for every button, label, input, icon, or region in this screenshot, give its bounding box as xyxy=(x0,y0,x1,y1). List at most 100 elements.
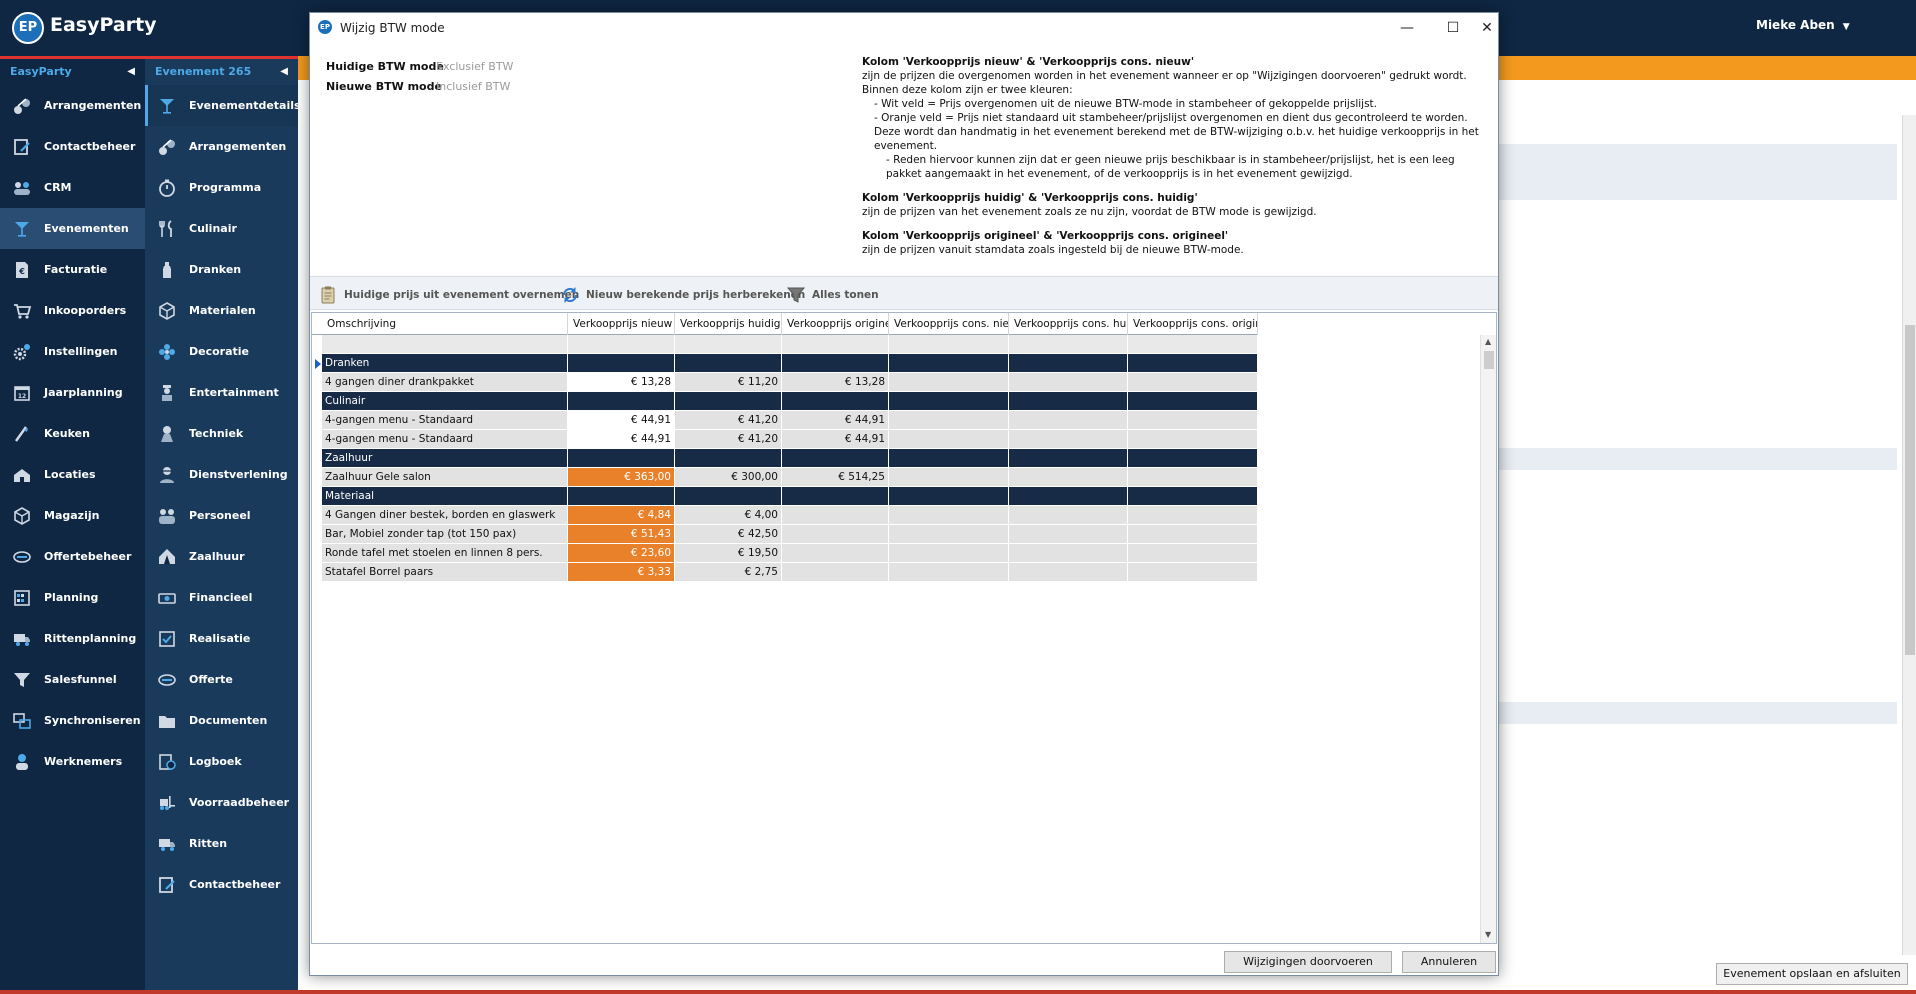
column-header[interactable]: Verkoopprijs huidig xyxy=(675,313,782,335)
background-scrollbar[interactable] xyxy=(1902,115,1916,955)
grid-cell xyxy=(1128,487,1258,506)
column-header[interactable]: Verkoopprijs cons. origineel xyxy=(1128,313,1258,335)
sidebar-item-crm[interactable]: CRM xyxy=(0,167,145,208)
subnav-item-ritten[interactable]: Ritten xyxy=(145,823,298,864)
column-header[interactable]: Verkoopprijs cons. nieuw xyxy=(889,313,1009,335)
subnav-item-logboek[interactable]: Logboek xyxy=(145,741,298,782)
subnav-item-documenten[interactable]: Documenten xyxy=(145,700,298,741)
sidebar-item-contactbeheer[interactable]: Contactbeheer xyxy=(0,126,145,167)
sidebar-item-label: Magazijn xyxy=(44,509,100,522)
apply-changes-button[interactable]: Wijzigingen doorvoeren xyxy=(1224,951,1392,973)
subnav-item-arrangementen[interactable]: Arrangementen xyxy=(145,126,298,167)
subnav-item-evenementdetails[interactable]: Evenementdetails xyxy=(145,85,301,126)
sidebar-item-keuken[interactable]: Keuken xyxy=(0,413,145,454)
cons-price-new-cell[interactable] xyxy=(889,430,1009,449)
cons-price-original-cell xyxy=(1128,411,1258,430)
subnav-item-financieel[interactable]: Financieel xyxy=(145,577,298,618)
table-row[interactable]: 4 Gangen diner bestek, borden en glaswer… xyxy=(312,506,1480,525)
save-close-event-button[interactable]: Evenement opslaan en afsluiten xyxy=(1716,963,1908,985)
subnav-item-decoratie[interactable]: Decoratie xyxy=(145,331,298,372)
sidebar-item-rittenplanning[interactable]: Rittenplanning xyxy=(0,618,145,659)
column-header[interactable]: Verkoopprijs origineel xyxy=(782,313,889,335)
scroll-up-icon[interactable]: ▲ xyxy=(1485,337,1491,346)
price-new-cell[interactable]: € 44,91 xyxy=(568,411,675,430)
subnav-item-programma[interactable]: Programma xyxy=(145,167,298,208)
take-over-price-button[interactable]: Huidige prijs uit evenement overnemen xyxy=(318,285,579,305)
sidebar-item-offertebeheer[interactable]: Offertebeheer xyxy=(0,536,145,577)
subnav-item-culinair[interactable]: Culinair xyxy=(145,208,298,249)
svg-text:12: 12 xyxy=(18,393,26,400)
subnav-item-offerte[interactable]: Offerte xyxy=(145,659,298,700)
cons-price-new-cell[interactable] xyxy=(889,563,1009,582)
price-new-cell[interactable]: € 4,84 xyxy=(568,506,675,525)
subnav-item-zaalhuur[interactable]: Zaalhuur xyxy=(145,536,298,577)
user-menu[interactable]: Mieke Aben ▼ xyxy=(1756,18,1850,32)
table-row[interactable]: Zaalhuur Gele salon € 363,00 € 300,00 € 514… xyxy=(312,468,1480,487)
price-new-cell[interactable]: € 3,33 xyxy=(568,563,675,582)
cons-price-new-cell[interactable] xyxy=(889,544,1009,563)
group-row[interactable]: Materiaal xyxy=(312,487,1480,506)
subnav-item-dienstverlening[interactable]: Dienstverlening xyxy=(145,454,298,495)
cons-price-new-cell[interactable] xyxy=(889,525,1009,544)
scroll-down-icon[interactable]: ▼ xyxy=(1485,930,1491,939)
subnav-item-realisatie[interactable]: Realisatie xyxy=(145,618,298,659)
subnav-item-materialen[interactable]: Materialen xyxy=(145,290,298,331)
scroll-thumb[interactable] xyxy=(1905,325,1915,655)
group-row[interactable]: Culinair xyxy=(312,392,1480,411)
subnav-item-dranken[interactable]: Dranken xyxy=(145,249,298,290)
price-new-cell[interactable]: € 363,00 xyxy=(568,468,675,487)
group-name-cell: Dranken xyxy=(322,354,568,373)
recalculate-button[interactable]: Nieuw berekende prijs herberekenen xyxy=(560,285,805,305)
sidebar-item-jaarplanning[interactable]: 12 Jaarplanning xyxy=(0,372,145,413)
subnav-item-contactbeheer[interactable]: Contactbeheer xyxy=(145,864,298,905)
collapse-left-icon[interactable]: ◀ xyxy=(127,59,135,85)
cancel-button[interactable]: Annuleren xyxy=(1402,951,1496,973)
current-mode-label: Huidige BTW mode xyxy=(326,60,444,73)
sidebar-item-instellingen[interactable]: Instellingen xyxy=(0,331,145,372)
price-new-cell[interactable]: € 13,28 xyxy=(568,373,675,392)
sidebar-item-facturatie[interactable]: € Facturatie xyxy=(0,249,145,290)
scroll-thumb[interactable] xyxy=(1484,351,1494,369)
subnav-item-voorraadbeheer[interactable]: Voorraadbeheer xyxy=(145,782,298,823)
sidebar-item-werknemers[interactable]: Werknemers xyxy=(0,741,145,782)
table-row[interactable]: 4-gangen menu - Standaard € 44,91 € 41,20 €… xyxy=(312,430,1480,449)
sidebar-item-locaties[interactable]: Locaties xyxy=(0,454,145,495)
column-header[interactable]: Verkoopprijs nieuw xyxy=(568,313,675,335)
cons-price-new-cell[interactable] xyxy=(889,506,1009,525)
new-mode-value: Inclusief BTW xyxy=(436,80,511,93)
close-icon[interactable]: ✕ xyxy=(1476,13,1498,43)
subnav-item-techniek[interactable]: Techniek xyxy=(145,413,298,454)
group-row[interactable]: Zaalhuur xyxy=(312,449,1480,468)
table-row[interactable]: Statafel Borrel paars € 3,33 € 2,75 xyxy=(312,563,1480,582)
sidebar-item-arrangementen[interactable]: Arrangementen xyxy=(0,85,145,126)
price-new-cell[interactable]: € 44,91 xyxy=(568,430,675,449)
sidebar-item-inkooporders[interactable]: Inkooporders xyxy=(0,290,145,331)
cons-price-new-cell[interactable] xyxy=(889,468,1009,487)
sidebar-item-synchroniseren[interactable]: Synchroniseren xyxy=(0,700,145,741)
group-row[interactable]: Dranken xyxy=(312,354,1480,373)
table-row[interactable]: 4-gangen menu - Standaard € 44,91 € 41,20 €… xyxy=(312,411,1480,430)
grid-cell xyxy=(675,392,782,411)
table-row[interactable]: Bar, Mobiel zonder tap (tot 150 pax) € 51… xyxy=(312,525,1480,544)
cons-price-new-cell[interactable] xyxy=(889,373,1009,392)
maximize-icon[interactable]: ☐ xyxy=(1430,13,1476,43)
column-header[interactable]: Omschrijving xyxy=(322,313,568,335)
table-row[interactable]: 4 gangen diner drankpakket € 13,28 € 11,20… xyxy=(312,373,1480,392)
cons-price-new-cell[interactable] xyxy=(889,411,1009,430)
sidebar-item-label: Planning xyxy=(44,591,99,604)
sidebar-item-magazijn[interactable]: Magazijn xyxy=(0,495,145,536)
price-new-cell[interactable]: € 51,43 xyxy=(568,525,675,544)
show-all-button[interactable]: Alles tonen xyxy=(786,285,879,305)
sidebar-item-evenementen[interactable]: Evenementen xyxy=(0,208,145,249)
table-row[interactable]: Ronde tafel met stoelen en linnen 8 pers… xyxy=(312,544,1480,563)
subnav-item-personeel[interactable]: Personeel xyxy=(145,495,298,536)
price-new-cell[interactable]: € 23,60 xyxy=(568,544,675,563)
row-indicator xyxy=(312,335,322,354)
grid-scrollbar[interactable]: ▲ ▼ xyxy=(1480,335,1496,943)
minimize-icon[interactable]: — xyxy=(1384,13,1430,43)
sidebar-item-salesfunnel[interactable]: Salesfunnel xyxy=(0,659,145,700)
collapse-left-icon[interactable]: ◀ xyxy=(280,59,288,85)
subnav-item-entertainment[interactable]: Entertainment xyxy=(145,372,298,413)
column-header[interactable]: Verkoopprijs cons. huidig xyxy=(1009,313,1128,335)
sidebar-item-planning[interactable]: Planning xyxy=(0,577,145,618)
